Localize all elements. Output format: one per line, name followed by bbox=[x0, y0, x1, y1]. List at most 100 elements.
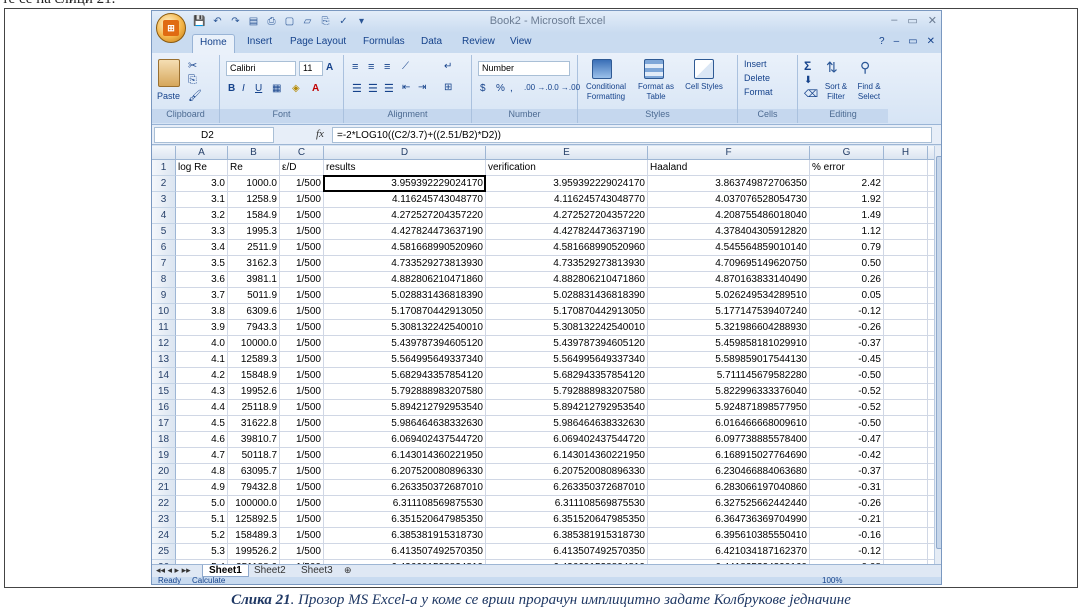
cell-c10[interactable]: 1/500 bbox=[280, 304, 324, 320]
cell-b24[interactable]: 158489.3 bbox=[228, 528, 280, 544]
cell-e9[interactable]: 5.028831436818390 bbox=[486, 288, 648, 304]
row-header[interactable]: 8 bbox=[152, 272, 176, 288]
cell-d24[interactable]: 6.385381915318730 bbox=[324, 528, 486, 544]
cell-b23[interactable]: 125892.5 bbox=[228, 512, 280, 528]
sheet-tab-2[interactable]: Sheet2 bbox=[248, 565, 292, 577]
cell-a4[interactable]: 3.2 bbox=[176, 208, 228, 224]
cell-d9[interactable]: 5.028831436818390 bbox=[324, 288, 486, 304]
name-box[interactable]: D2 bbox=[154, 127, 274, 143]
cell-b10[interactable]: 6309.6 bbox=[228, 304, 280, 320]
cell-b8[interactable]: 3981.1 bbox=[228, 272, 280, 288]
clear-icon[interactable]: ⌫ bbox=[804, 89, 818, 100]
cell-f11[interactable]: 5.321986604288930 bbox=[648, 320, 810, 336]
row-header[interactable]: 22 bbox=[152, 496, 176, 512]
cell-h2[interactable] bbox=[884, 176, 928, 192]
cell-b9[interactable]: 5011.9 bbox=[228, 288, 280, 304]
copy-icon[interactable]: ⎘ bbox=[188, 74, 197, 87]
cell-f20[interactable]: 6.230466884063680 bbox=[648, 464, 810, 480]
row-header[interactable]: 4 bbox=[152, 208, 176, 224]
decrease-decimal-button[interactable]: .0 →.00 bbox=[552, 83, 580, 92]
cell-c5[interactable]: 1/500 bbox=[280, 224, 324, 240]
cell-f6[interactable]: 4.545564859010140 bbox=[648, 240, 810, 256]
wrap-text-icon[interactable]: ↵ bbox=[444, 61, 452, 72]
comma-button[interactable]: , bbox=[510, 83, 513, 94]
cell-g22[interactable]: -0.26 bbox=[810, 496, 884, 512]
cell-h14[interactable] bbox=[884, 368, 928, 384]
cell-g10[interactable]: -0.12 bbox=[810, 304, 884, 320]
cell-c25[interactable]: 1/500 bbox=[280, 544, 324, 560]
fill-color-icon[interactable]: ◈ bbox=[292, 83, 300, 94]
bold-button[interactable]: B bbox=[228, 83, 235, 94]
cell-g17[interactable]: -0.50 bbox=[810, 416, 884, 432]
paste-label[interactable]: Paste bbox=[157, 91, 180, 101]
cell-b6[interactable]: 2511.9 bbox=[228, 240, 280, 256]
cell-e1[interactable]: verification bbox=[486, 160, 648, 176]
cell-a11[interactable]: 3.9 bbox=[176, 320, 228, 336]
row-header[interactable]: 13 bbox=[152, 352, 176, 368]
sort-filter-label[interactable]: Sort & Filter bbox=[820, 82, 852, 102]
underline-button[interactable]: U bbox=[255, 83, 262, 94]
cell-c14[interactable]: 1/500 bbox=[280, 368, 324, 384]
cell-g1[interactable]: % error bbox=[810, 160, 884, 176]
cell-c15[interactable]: 1/500 bbox=[280, 384, 324, 400]
help-button[interactable]: ? bbox=[879, 36, 885, 47]
cell-e5[interactable]: 4.427824473637190 bbox=[486, 224, 648, 240]
row-header[interactable]: 1 bbox=[152, 160, 176, 176]
cell-a1[interactable]: log Re bbox=[176, 160, 228, 176]
cell-e23[interactable]: 6.351520647985350 bbox=[486, 512, 648, 528]
cell-a17[interactable]: 4.5 bbox=[176, 416, 228, 432]
cell-h7[interactable] bbox=[884, 256, 928, 272]
sheet-nav-icon[interactable]: ◂◂ ◂ ▸ ▸▸ bbox=[156, 565, 191, 576]
cell-b12[interactable]: 10000.0 bbox=[228, 336, 280, 352]
format-painter-icon[interactable]: 🖌 bbox=[188, 89, 202, 102]
tab-formulas[interactable]: Formulas bbox=[363, 36, 405, 47]
cell-e22[interactable]: 6.311108569875530 bbox=[486, 496, 648, 512]
align-top-icon[interactable]: ≡ bbox=[352, 61, 358, 73]
cell-h11[interactable] bbox=[884, 320, 928, 336]
cell-h1[interactable] bbox=[884, 160, 928, 176]
cell-a19[interactable]: 4.7 bbox=[176, 448, 228, 464]
cell-b11[interactable]: 7943.3 bbox=[228, 320, 280, 336]
cell-a3[interactable]: 3.1 bbox=[176, 192, 228, 208]
cell-b5[interactable]: 1995.3 bbox=[228, 224, 280, 240]
cell-d21[interactable]: 6.263350372687010 bbox=[324, 480, 486, 496]
cell-d11[interactable]: 5.308132242540010 bbox=[324, 320, 486, 336]
column-header-b[interactable]: B bbox=[228, 146, 280, 160]
align-center-icon[interactable]: ☰ bbox=[368, 82, 378, 95]
cell-f23[interactable]: 6.364736369704990 bbox=[648, 512, 810, 528]
cell-g2[interactable]: 2.42 bbox=[810, 176, 884, 192]
align-bottom-icon[interactable]: ≡ bbox=[384, 61, 390, 73]
cell-c9[interactable]: 1/500 bbox=[280, 288, 324, 304]
row-header[interactable]: 12 bbox=[152, 336, 176, 352]
row-header[interactable]: 25 bbox=[152, 544, 176, 560]
cell-g9[interactable]: 0.05 bbox=[810, 288, 884, 304]
column-header-c[interactable]: C bbox=[280, 146, 324, 160]
font-name-select[interactable]: Calibri bbox=[226, 61, 296, 76]
cell-f10[interactable]: 5.177147539407240 bbox=[648, 304, 810, 320]
cell-h24[interactable] bbox=[884, 528, 928, 544]
cell-a5[interactable]: 3.3 bbox=[176, 224, 228, 240]
formula-input[interactable]: =-2*LOG10((C2/3.7)+((2.51/B2)*D2)) bbox=[332, 127, 932, 143]
cell-b1[interactable]: Re bbox=[228, 160, 280, 176]
cell-a2[interactable]: 3.0 bbox=[176, 176, 228, 192]
cell-c6[interactable]: 1/500 bbox=[280, 240, 324, 256]
cell-d5[interactable]: 4.427824473637190 bbox=[324, 224, 486, 240]
row-header[interactable]: 18 bbox=[152, 432, 176, 448]
cell-e10[interactable]: 5.170870442913050 bbox=[486, 304, 648, 320]
row-header[interactable]: 19 bbox=[152, 448, 176, 464]
cell-h3[interactable] bbox=[884, 192, 928, 208]
cell-g13[interactable]: -0.45 bbox=[810, 352, 884, 368]
cell-f17[interactable]: 6.016466668009610 bbox=[648, 416, 810, 432]
cell-c17[interactable]: 1/500 bbox=[280, 416, 324, 432]
cell-g8[interactable]: 0.26 bbox=[810, 272, 884, 288]
cell-d14[interactable]: 5.682943357854120 bbox=[324, 368, 486, 384]
cell-a9[interactable]: 3.7 bbox=[176, 288, 228, 304]
cell-c19[interactable]: 1/500 bbox=[280, 448, 324, 464]
wb-restore-button[interactable]: ▭ bbox=[908, 36, 917, 47]
cell-c22[interactable]: 1/500 bbox=[280, 496, 324, 512]
cell-a15[interactable]: 4.3 bbox=[176, 384, 228, 400]
cell-b25[interactable]: 199526.2 bbox=[228, 544, 280, 560]
cell-a8[interactable]: 3.6 bbox=[176, 272, 228, 288]
row-header[interactable]: 10 bbox=[152, 304, 176, 320]
cell-e18[interactable]: 6.069402437544720 bbox=[486, 432, 648, 448]
